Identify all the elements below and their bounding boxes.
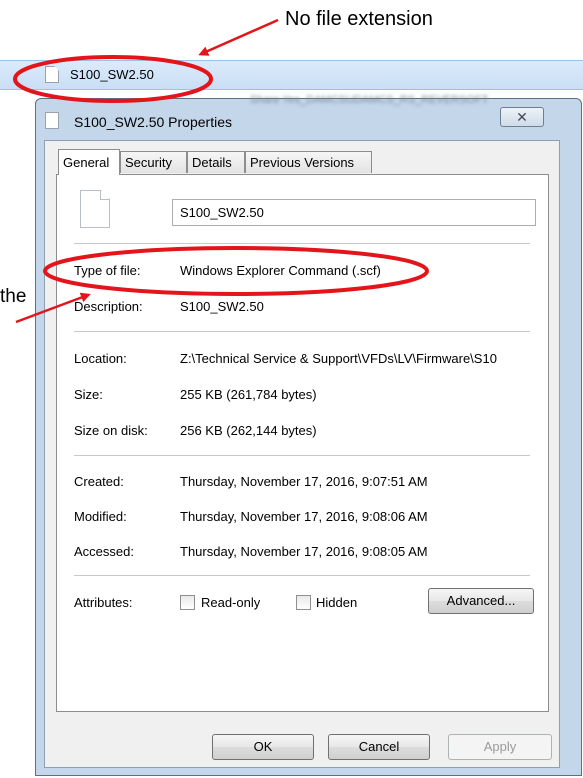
accessed-value: Thursday, November 17, 2016, 9:08:05 AM [180, 544, 428, 559]
general-tab-panel [56, 174, 549, 712]
hidden-label[interactable]: Hidden [316, 595, 357, 610]
annotation-arrow-top [198, 18, 279, 56]
size-label: Size: [74, 387, 103, 402]
location-value: Z:\Technical Service & Support\VFDs\LV\F… [180, 351, 497, 366]
divider [74, 575, 530, 576]
tab-security[interactable]: Security [120, 151, 187, 173]
attributes-label: Attributes: [74, 595, 133, 610]
tab-previous-versions[interactable]: Previous Versions [245, 151, 372, 173]
file-name-input[interactable] [172, 199, 536, 226]
type-of-file-label: Type of file: [74, 263, 141, 278]
divider [74, 243, 530, 244]
blurred-background-text: Share Yes_DAMCSUDAMCS_RS_REVERSOFT [250, 94, 489, 106]
type-of-file-value: Windows Explorer Command (.scf) [180, 263, 381, 278]
size-on-disk-value: 256 KB (262,144 bytes) [180, 423, 317, 438]
close-button[interactable]: ✕ [500, 107, 544, 127]
cancel-button[interactable]: Cancel [328, 734, 430, 760]
explorer-file-name[interactable]: S100_SW2.50 [70, 67, 154, 82]
divider [74, 331, 530, 332]
large-file-icon [80, 190, 110, 228]
readonly-checkbox[interactable] [180, 595, 195, 610]
advanced-button[interactable]: Advanced... [428, 588, 534, 614]
size-value: 255 KB (261,784 bytes) [180, 387, 317, 402]
readonly-label[interactable]: Read-only [201, 595, 260, 610]
hidden-checkbox[interactable] [296, 595, 311, 610]
accessed-label: Accessed: [74, 544, 134, 559]
created-label: Created: [74, 474, 124, 489]
annotation-no-extension: No file extension [285, 8, 433, 30]
window-title: S100_SW2.50 Properties [74, 114, 232, 130]
ok-button[interactable]: OK [212, 734, 314, 760]
divider [74, 455, 530, 456]
modified-value: Thursday, November 17, 2016, 9:08:06 AM [180, 509, 428, 524]
created-value: Thursday, November 17, 2016, 9:07:51 AM [180, 474, 428, 489]
tab-details[interactable]: Details [187, 151, 245, 173]
file-icon [45, 66, 59, 83]
description-label: Description: [74, 299, 143, 314]
modified-label: Modified: [74, 509, 127, 524]
size-on-disk-label: Size on disk: [74, 423, 148, 438]
description-value: S100_SW2.50 [180, 299, 264, 314]
close-icon: ✕ [516, 109, 528, 125]
tab-general[interactable]: General [58, 149, 120, 175]
apply-button[interactable]: Apply [448, 734, 552, 760]
location-label: Location: [74, 351, 127, 366]
title-file-icon [45, 112, 59, 129]
annotation-partial-text: the [0, 286, 27, 307]
